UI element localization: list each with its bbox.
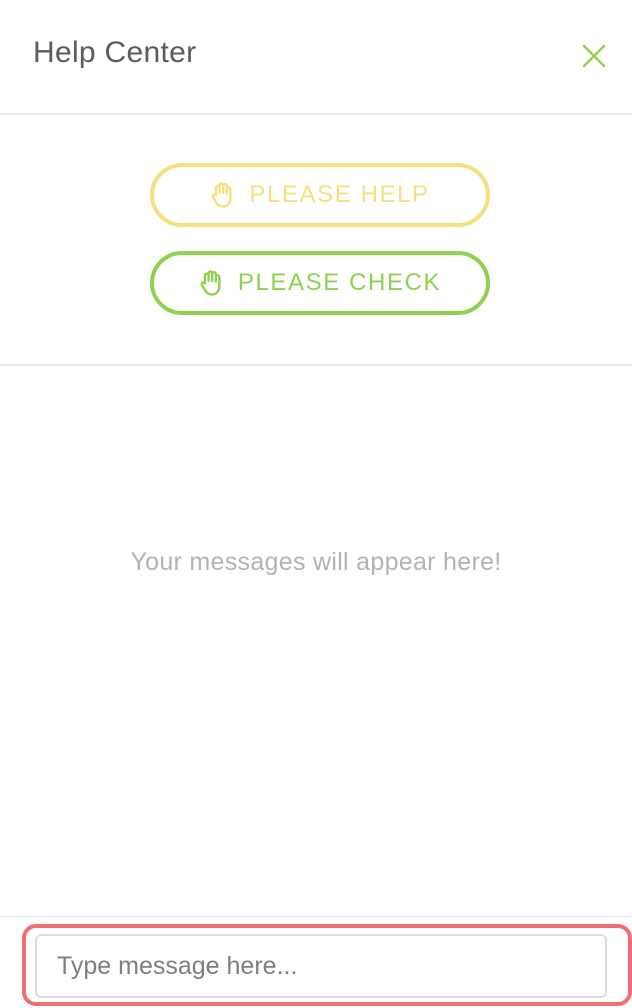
please-help-button[interactable]: PLEASE HELP [150, 163, 490, 227]
please-help-label: PLEASE HELP [249, 181, 430, 208]
raised-hand-icon [210, 181, 236, 209]
empty-messages-text: Your messages will appear here! [130, 548, 502, 576]
close-icon[interactable] [580, 42, 608, 70]
raised-hand-icon [199, 269, 225, 297]
help-actions: PLEASE HELP PLEASE CHECK [0, 115, 632, 366]
help-center-panel: Help Center PLEASE HELP PLEASE CHECK You… [0, 0, 632, 1008]
message-input[interactable] [35, 934, 607, 998]
please-check-label: PLEASE CHECK [237, 269, 442, 296]
header: Help Center [0, 0, 632, 115]
page-title: Help Center [33, 36, 197, 69]
please-check-button[interactable]: PLEASE CHECK [150, 251, 490, 315]
message-list: Your messages will appear here! [0, 366, 632, 916]
